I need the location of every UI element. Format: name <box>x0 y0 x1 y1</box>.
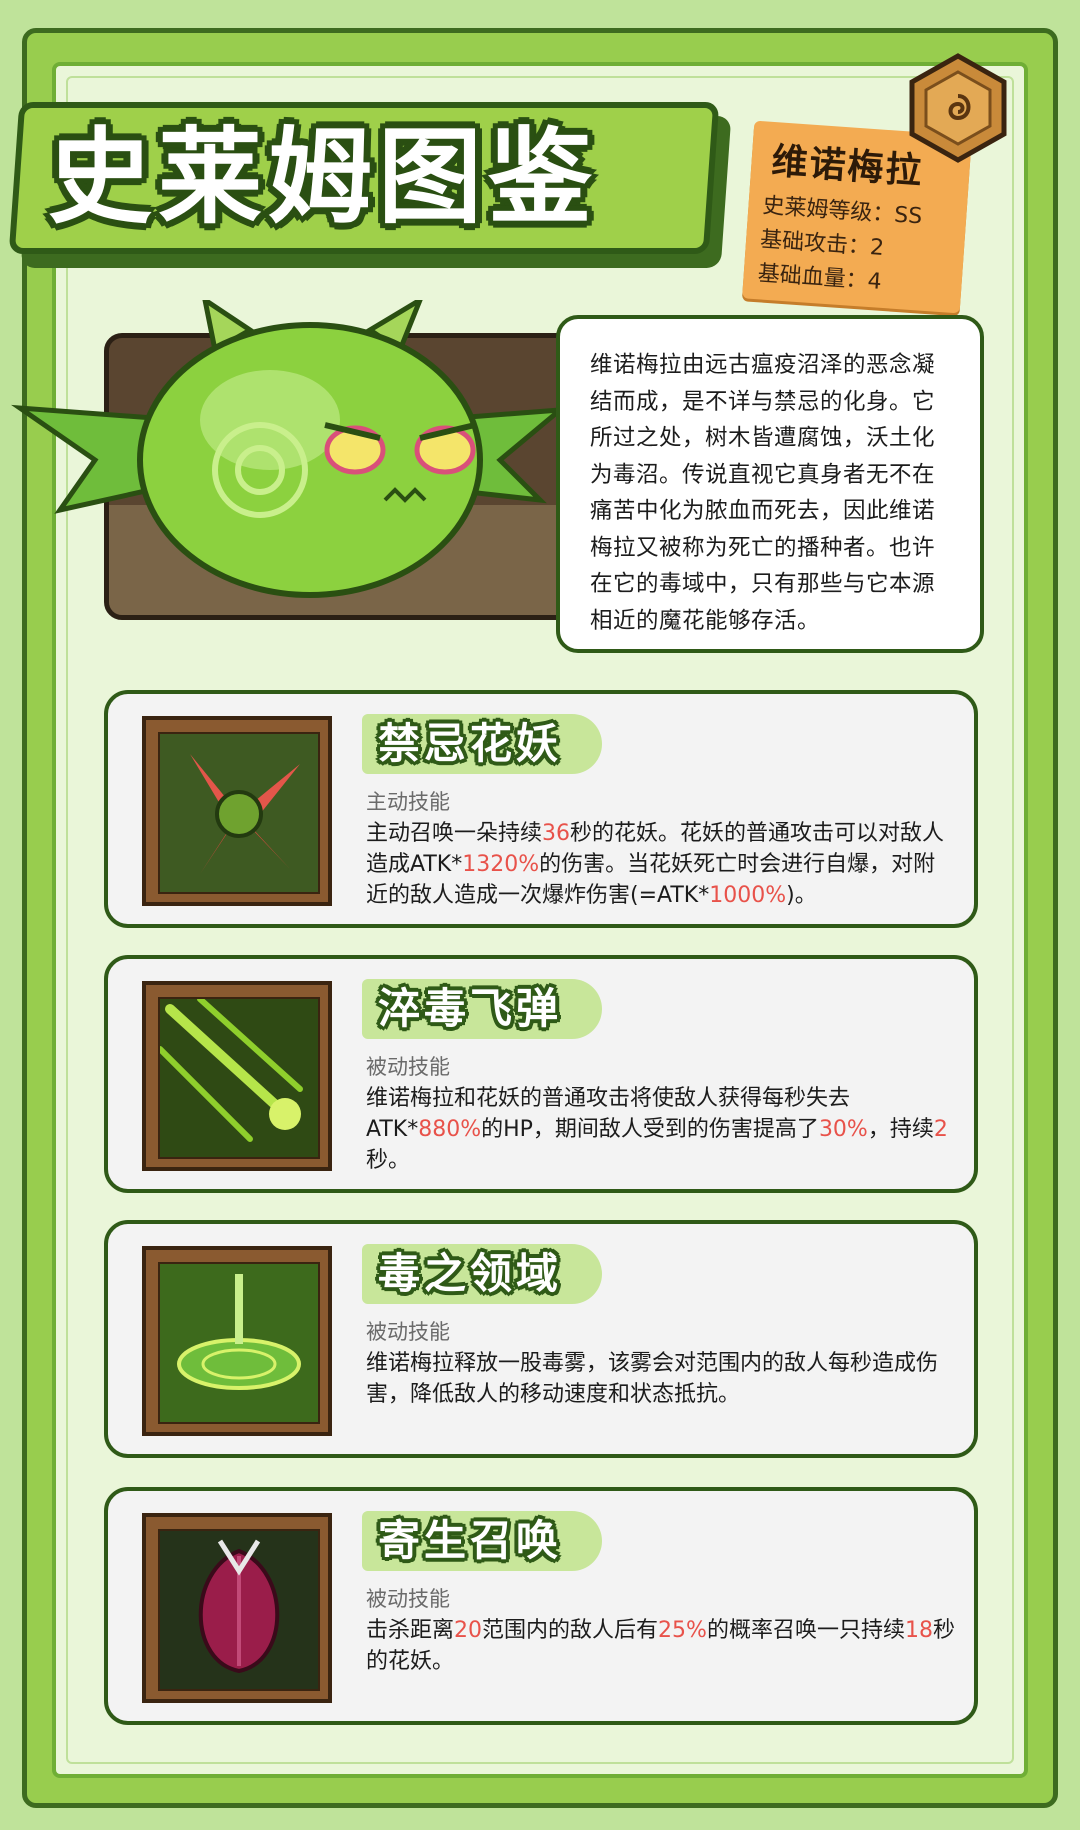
highlight-value: 2 <box>933 1117 948 1142</box>
skill-card: 禁忌花妖 主动技能 主动召唤一朵持续36秒的花妖。花妖的普通攻击可以对敌人造成A… <box>104 690 978 928</box>
skill-type: 主动技能 <box>366 790 450 814</box>
skill-name: 毒之领域 <box>378 1249 563 1298</box>
highlight-value: 30% <box>818 1117 868 1142</box>
description-segment: 维诺梅拉释放一股毒雾，该雾会对范围内的敌人每秒造成伤害，降低敌人的移动速度和状态… <box>366 1351 939 1407</box>
skill-type: 被动技能 <box>366 1055 450 1079</box>
base-health: 基础血量：4 <box>756 261 883 295</box>
slime-portrait <box>11 300 568 598</box>
highlight-value: 1320% <box>462 852 540 877</box>
description-segment: 秒。 <box>366 1148 411 1173</box>
skill-icon-frame <box>142 716 332 906</box>
skill-description: 维诺梅拉释放一股毒雾，该雾会对范围内的敌人每秒造成伤害，降低敌人的移动速度和状态… <box>366 1348 956 1410</box>
description-segment: 范围内的敌人后有 <box>482 1618 659 1643</box>
description-segment: 主动召唤一朵持续 <box>366 821 543 846</box>
description-box: 维诺梅拉由远古瘟疫沼泽的恶念凝结而成，是不详与禁忌的化身。它所过之处，树木皆遭腐… <box>556 315 984 653</box>
highlight-value: 20 <box>454 1618 483 1643</box>
highlight-value: 25% <box>658 1618 707 1643</box>
skill-description: 击杀距离20范围内的敌人后有25%的概率召唤一只持续18秒的花妖。 <box>366 1615 956 1677</box>
poison-field-icon <box>177 1274 301 1390</box>
description-segment: 的HP，期间敌人受到的伤害提高了 <box>481 1117 819 1142</box>
skill-icon-frame <box>142 981 332 1171</box>
skill-icon-frame <box>142 1246 332 1436</box>
highlight-value: 880% <box>418 1117 482 1142</box>
skill-name: 淬毒飞弹 <box>378 984 563 1033</box>
description-segment: 击杀距离 <box>366 1618 455 1643</box>
parasite-bud-icon <box>198 1539 280 1674</box>
highlight-value: 36 <box>542 821 571 846</box>
flower-demon-icon <box>190 754 300 874</box>
page-title: 史莱姆图鉴 <box>48 116 599 238</box>
skill-card: 淬毒飞弹 被动技能 维诺梅拉和花妖的普通攻击将使敌人获得每秒失去ATK*880%… <box>104 955 978 1193</box>
description-segment: ，持续 <box>867 1117 934 1142</box>
highlight-value: 18 <box>904 1618 933 1643</box>
highlight-value: 1000% <box>709 883 787 908</box>
description-segment: )。 <box>786 883 817 908</box>
poison-missile-icon <box>160 999 303 1142</box>
skill-description: 维诺梅拉和花妖的普通攻击将使敌人获得每秒失去ATK*880%的HP，期间敌人受到… <box>366 1083 956 1176</box>
skill-name: 禁忌花妖 <box>378 719 563 768</box>
skill-card: 寄生召唤 被动技能 击杀距离20范围内的敌人后有25%的概率召唤一只持续18秒的… <box>104 1487 978 1725</box>
skill-card: 毒之领域 被动技能 维诺梅拉释放一股毒雾，该雾会对范围内的敌人每秒造成伤害，降低… <box>104 1220 978 1458</box>
rune-gem-icon <box>909 53 1007 163</box>
description-segment: 的概率召唤一只持续 <box>706 1618 905 1643</box>
skill-description: 主动召唤一朵持续36秒的花妖。花妖的普通攻击可以对敌人造成ATK*1320%的伤… <box>366 818 956 911</box>
skill-type: 被动技能 <box>366 1587 450 1611</box>
skill-icon-frame <box>142 1513 332 1703</box>
skill-name: 寄生召唤 <box>378 1516 563 1565</box>
description-text: 维诺梅拉由远古瘟疫沼泽的恶念凝结而成，是不详与禁忌的化身。它所过之处，树木皆遭腐… <box>590 352 936 634</box>
skill-type: 被动技能 <box>366 1320 450 1344</box>
